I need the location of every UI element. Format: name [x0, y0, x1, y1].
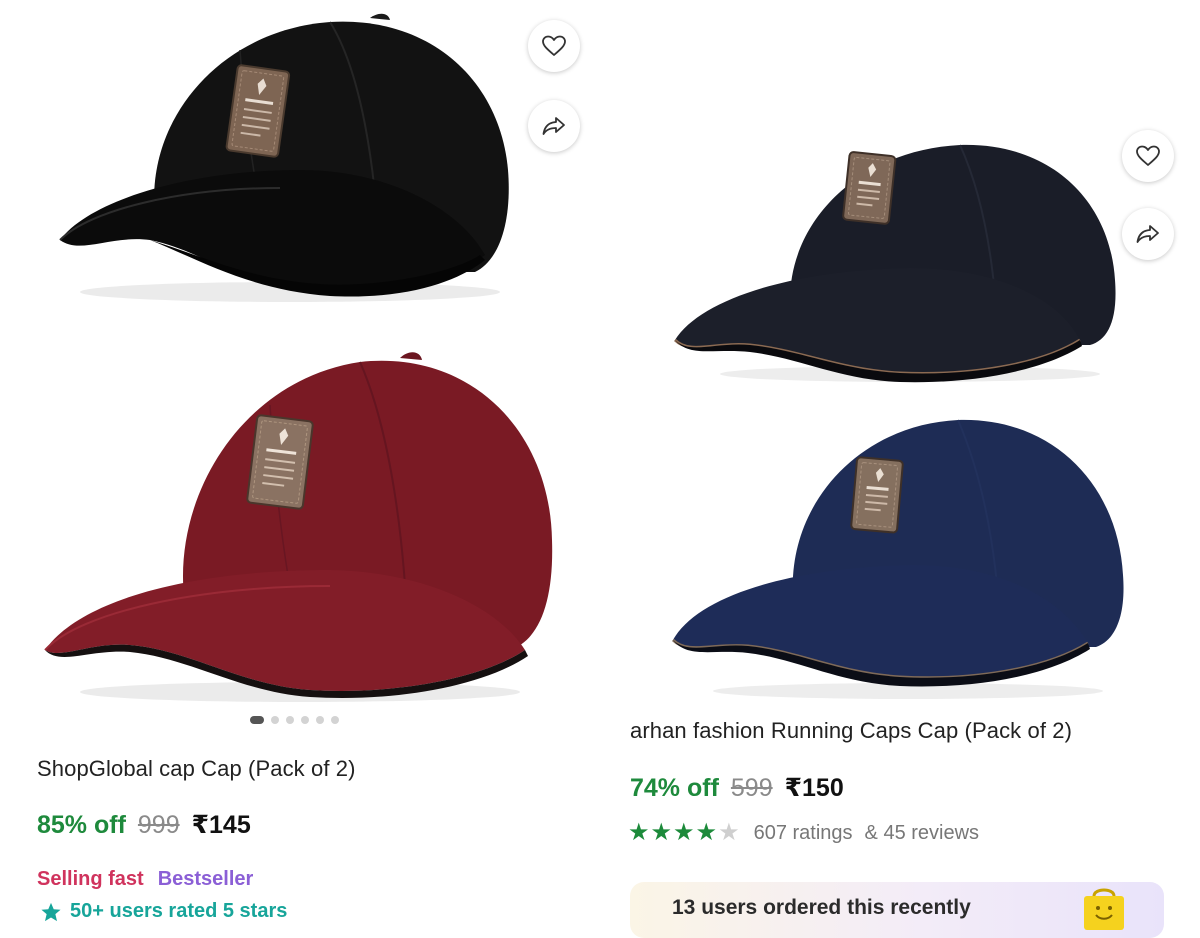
product-title-right[interactable]: arhan fashion Running Caps Cap (Pack of … [630, 718, 1072, 744]
heart-icon [542, 35, 566, 56]
product-card-left[interactable]: ShopGlobal cap Cap (Pack of 2) 85% off 9… [0, 0, 600, 925]
share-button-left[interactable] [528, 100, 580, 152]
image-carousel-dots[interactable] [250, 716, 339, 724]
recent-orders-text: 13 users ordered this recently [672, 896, 971, 919]
discount-label-right: 74% off [630, 774, 719, 802]
star-filled-icon: ★ [628, 819, 650, 846]
star-icon [41, 902, 61, 921]
share-icon [542, 117, 565, 135]
carousel-dot[interactable] [271, 716, 279, 724]
product-image-black-cap[interactable] [30, 10, 570, 310]
carousel-dot[interactable] [331, 716, 339, 724]
mrp-right: 599 [730, 774, 773, 802]
product-image-black-cap-right[interactable] [670, 140, 1130, 385]
rated-text: 50+ users rated 5 stars [70, 900, 288, 922]
product-image-navy-cap[interactable] [668, 415, 1130, 700]
mrp-left: 999 [137, 811, 180, 839]
product-title-left[interactable]: ShopGlobal cap Cap (Pack of 2) [37, 756, 356, 782]
share-icon [1136, 225, 1159, 243]
shopping-bag-icon [1084, 888, 1124, 930]
share-button-right[interactable] [1122, 208, 1174, 260]
rating-stars: ★ ★ ★ ★ ★ [628, 821, 740, 845]
rated-badge-left: 50+ users rated 5 stars [40, 900, 287, 923]
carousel-dot[interactable] [316, 716, 324, 724]
star-filled-icon: ★ [695, 819, 718, 846]
wishlist-button-left[interactable] [528, 20, 580, 72]
rating-row-right[interactable]: ★ ★ ★ ★ ★ 607 ratings & 45 reviews [628, 821, 979, 845]
price-row-left: 85% off 999 ₹145 [37, 810, 251, 840]
final-price-left: ₹145 [191, 811, 251, 839]
selling-fast-tag: Selling fast [37, 868, 144, 890]
product-card-right[interactable]: arhan fashion Running Caps Cap (Pack of … [600, 0, 1200, 925]
star-filled-icon: ★ [650, 819, 673, 846]
carousel-dot[interactable] [286, 716, 294, 724]
product-image-maroon-cap[interactable] [30, 350, 570, 705]
carousel-dot[interactable] [301, 716, 309, 724]
price-row-right: 74% off 599 ₹150 [630, 773, 844, 803]
recent-orders-banner: 13 users ordered this recently [630, 882, 1164, 938]
heart-icon [1136, 145, 1160, 166]
reviews-count: & 45 reviews [864, 821, 980, 844]
final-price-right: ₹150 [784, 774, 844, 802]
carousel-dot-active[interactable] [250, 716, 264, 724]
star-filled-icon: ★ [673, 819, 695, 846]
bestseller-tag: Bestseller [157, 868, 254, 890]
product-tags-left: Selling fast Bestseller [37, 868, 253, 891]
ratings-count: 607 ratings [753, 821, 853, 844]
wishlist-button-right[interactable] [1122, 130, 1174, 182]
star-empty-icon: ★ [718, 819, 740, 846]
discount-label-left: 85% off [37, 811, 126, 839]
